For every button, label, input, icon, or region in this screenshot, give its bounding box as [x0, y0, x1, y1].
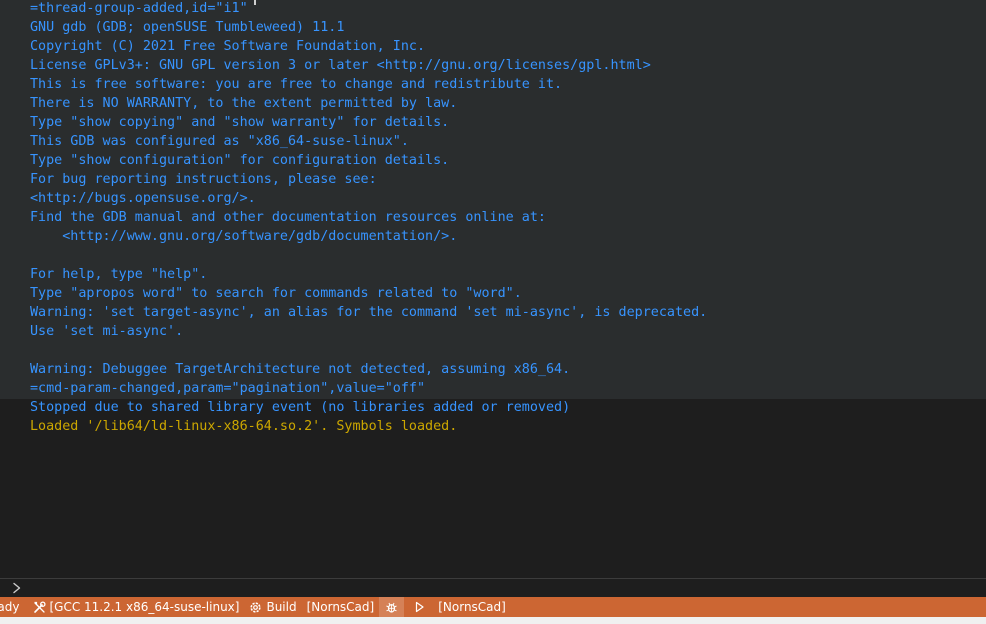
console-line: This GDB was configured as "x86_64-suse-…: [30, 134, 409, 149]
debug-console-window: =thread-group-added,id="i1" GNU gdb (GDB;…: [0, 0, 986, 624]
console-line: <http://bugs.opensuse.org/>.: [30, 191, 256, 206]
console-input-bar: [0, 578, 986, 597]
console-input[interactable]: [30, 579, 970, 597]
gear-icon: [249, 601, 262, 614]
console-line: GNU gdb (GDB; openSUSE Tumbleweed) 11.1: [30, 20, 345, 35]
status-bar: eady [GCC 11.2.1 x86_64-suse-linux] Bu: [0, 597, 986, 617]
status-ready-label: eady: [0, 600, 20, 614]
console-line: Type "show configuration" for configurat…: [30, 153, 450, 168]
console-line: Copyright (C) 2021 Free Software Foundat…: [30, 39, 426, 54]
console-line: Find the GDB manual and other documentat…: [30, 210, 546, 225]
console-line: For bug reporting instructions, please s…: [30, 172, 377, 187]
bug-icon: [385, 601, 398, 614]
console-line: Warning: 'set target-async', an alias fo…: [30, 305, 708, 320]
console-lines: =thread-group-added,id="i1" GNU gdb (GDB;…: [30, 0, 707, 436]
kit-selector-button[interactable]: [GCC 11.2.1 x86_64-suse-linux]: [28, 597, 244, 617]
kit-label: [GCC 11.2.1 x86_64-suse-linux]: [49, 600, 240, 614]
console-line: Loaded '/lib64/ld-linux-x86-64.so.2'. Sy…: [30, 419, 458, 434]
console-line: There is NO WARRANTY, to the extent perm…: [30, 96, 458, 111]
build-target-selector[interactable]: [NornsCad]: [302, 597, 380, 617]
console-line: Type "show copying" and "show warranty" …: [30, 115, 450, 130]
console-line: <http://www.gnu.org/software/gdb/documen…: [30, 229, 458, 244]
console-line: This is free software: you are free to c…: [30, 77, 563, 92]
console-line: License GPLv3+: GNU GPL version 3 or lat…: [30, 58, 651, 73]
console-line: Stopped due to shared library event (no …: [30, 400, 571, 415]
launch-target-label: [NornsCad]: [438, 600, 506, 614]
build-label: Build: [266, 600, 297, 614]
status-ready[interactable]: eady: [0, 597, 28, 617]
play-icon: [414, 601, 425, 613]
build-target-label: [NornsCad]: [306, 600, 375, 614]
console-line: Warning: Debuggee TargetArchitecture not…: [30, 362, 571, 377]
window-bottom-edge: [0, 617, 986, 624]
console-line: Type "apropos word" to search for comman…: [30, 286, 522, 301]
console-line: =thread-group-added,id="i1": [30, 1, 248, 16]
console-line: =cmd-param-changed,param="pagination",va…: [30, 381, 426, 396]
debug-console-output[interactable]: =thread-group-added,id="i1" GNU gdb (GDB;…: [0, 0, 986, 578]
debug-button[interactable]: [379, 597, 405, 617]
launch-target-selector[interactable]: [NornsCad]: [433, 597, 511, 617]
build-button[interactable]: Build: [244, 597, 301, 617]
tools-icon: [33, 600, 47, 614]
console-line: For help, type "help".: [30, 267, 208, 282]
run-button[interactable]: [406, 597, 433, 617]
chevron-right-icon: [11, 580, 23, 596]
console-line: Use 'set mi-async'.: [30, 324, 184, 339]
